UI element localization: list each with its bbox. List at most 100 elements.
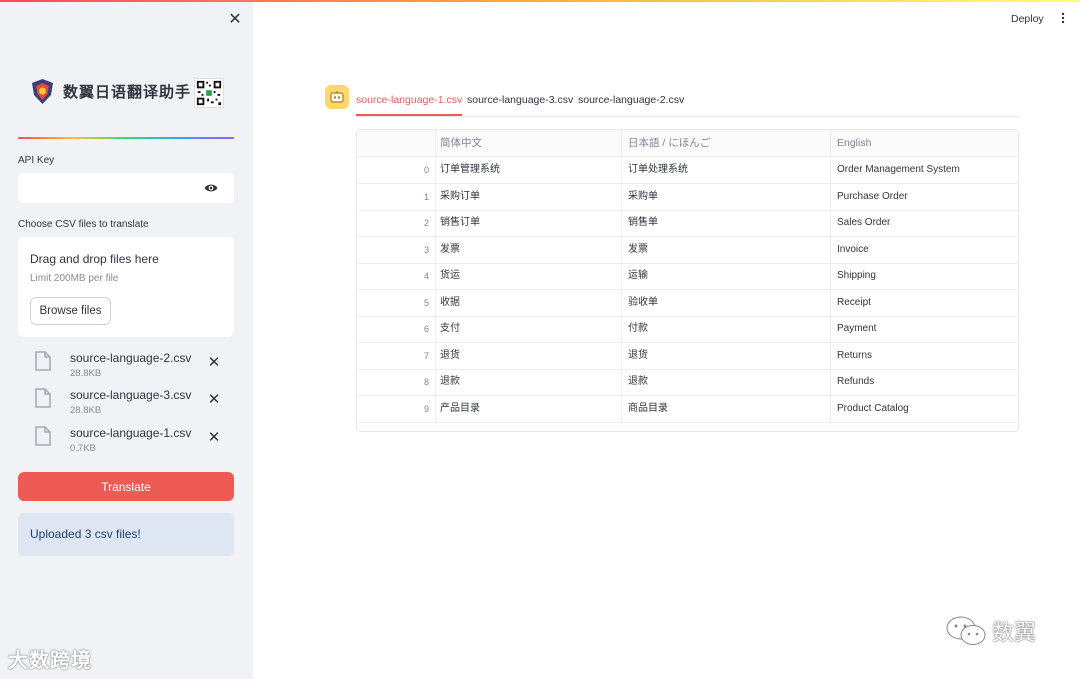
api-key-label: API Key xyxy=(18,155,55,166)
tab-source-language-3[interactable]: source-language-3.csv xyxy=(467,94,573,116)
deploy-button[interactable]: Deploy xyxy=(1011,13,1044,25)
file-size: 28.8KB xyxy=(70,405,102,416)
remove-file-icon[interactable]: ✕ xyxy=(207,355,221,370)
csv-upload-label: Choose CSV files to translate xyxy=(18,219,149,230)
data-table[interactable]: 简体中文 日本語 / にほんご English 0 订单管理系统 订单处理系统 Ord… xyxy=(356,129,1019,432)
file-size: 0.7KB xyxy=(70,443,96,454)
cell-english[interactable]: Shipping xyxy=(830,263,1018,289)
file-uploader-dropzone[interactable]: Drag and drop files here Limit 200MB per… xyxy=(18,237,234,337)
more-menu-icon[interactable] xyxy=(1058,12,1068,24)
cell-english[interactable]: Payment xyxy=(830,316,1018,342)
cell-index[interactable]: 1 xyxy=(357,184,435,210)
cell-japanese[interactable]: 采购单 xyxy=(621,183,830,210)
browse-files-button[interactable]: Browse files xyxy=(30,297,111,325)
cell-english[interactable]: Invoice xyxy=(830,236,1018,263)
table-row[interactable]: 3 发票 发票 Invoice xyxy=(357,236,1018,264)
cell-english[interactable]: Refunds xyxy=(830,369,1018,395)
cell-japanese[interactable]: 退款 xyxy=(621,369,830,395)
table-row[interactable]: 4 货运 运输 Shipping xyxy=(357,263,1018,290)
cell-japanese[interactable]: 订单处理系统 xyxy=(621,157,830,183)
cell-chinese[interactable]: 发票 xyxy=(435,236,621,263)
cell-index[interactable]: 3 xyxy=(357,237,435,263)
cell-index[interactable]: 9 xyxy=(357,396,435,422)
header-chinese[interactable]: 简体中文 xyxy=(435,130,621,156)
top-decoration-bar xyxy=(0,0,1080,2)
cell-japanese[interactable]: 销售单 xyxy=(621,210,830,236)
file-limit-text: Limit 200MB per file xyxy=(30,273,119,284)
file-name: source-language-2.csv xyxy=(70,351,192,365)
cell-index[interactable]: 2 xyxy=(357,210,435,236)
header-english[interactable]: English xyxy=(830,130,1018,156)
file-size: 28.8KB xyxy=(70,368,102,379)
table-row[interactable]: 9 产品目录 商品目录 Product Catalog xyxy=(357,395,1018,423)
tab-source-language-2[interactable]: source-language-2.csv xyxy=(578,94,684,116)
watermark-right: 数翼 xyxy=(944,614,1036,648)
header-japanese[interactable]: 日本語 / にほんご xyxy=(621,130,830,156)
tab-source-language-1[interactable]: source-language-1.csv xyxy=(356,94,463,116)
watermark-left: 大数跨境 xyxy=(8,644,92,673)
app-title: 数翼日语翻译助手 xyxy=(63,83,192,101)
cell-index[interactable]: 7 xyxy=(357,343,435,369)
uploaded-file-item: source-language-3.csv 28.8KB ✕ xyxy=(35,388,235,420)
api-key-input[interactable] xyxy=(18,173,234,203)
shield-logo-icon xyxy=(32,79,53,104)
watermark-right-text: 数翼 xyxy=(992,621,1037,646)
cell-english[interactable]: Returns xyxy=(830,342,1018,369)
eye-icon[interactable] xyxy=(204,182,218,194)
cell-index[interactable]: 8 xyxy=(357,369,435,395)
file-icon xyxy=(35,351,51,371)
file-icon xyxy=(35,426,51,446)
cell-japanese[interactable]: 验收单 xyxy=(621,289,830,316)
qr-code-icon xyxy=(194,78,224,108)
cell-chinese[interactable]: 支付 xyxy=(435,316,621,342)
cell-index[interactable]: 0 xyxy=(357,157,435,183)
cell-chinese[interactable]: 采购订单 xyxy=(435,183,621,210)
upload-success-alert: Uploaded 3 csv files! xyxy=(18,513,234,556)
cell-chinese[interactable]: 销售订单 xyxy=(435,210,621,236)
brand: 数翼日语翻译助手 xyxy=(30,78,191,105)
cell-chinese[interactable]: 退货 xyxy=(435,342,621,369)
table-row[interactable]: 8 退款 退款 Refunds xyxy=(357,369,1018,396)
uploaded-file-item: source-language-2.csv 28.8KB ✕ xyxy=(35,351,235,383)
cell-japanese[interactable]: 付款 xyxy=(621,316,830,342)
file-icon xyxy=(35,388,51,408)
cell-index[interactable]: 5 xyxy=(357,290,435,316)
wechat-icon xyxy=(946,616,986,645)
table-header-row: 简体中文 日本語 / にほんご English xyxy=(357,130,1018,157)
table-row[interactable]: 1 采购订单 采购单 Purchase Order xyxy=(357,183,1018,211)
drag-drop-text: Drag and drop files here xyxy=(30,252,159,266)
cell-japanese[interactable]: 运输 xyxy=(621,263,830,289)
table-row[interactable]: 6 支付 付款 Payment xyxy=(357,316,1018,343)
cell-english[interactable]: Receipt xyxy=(830,289,1018,316)
cell-english[interactable]: Product Catalog xyxy=(830,395,1018,422)
cell-english[interactable]: Purchase Order xyxy=(830,183,1018,210)
table-row[interactable]: 2 销售订单 销售单 Sales Order xyxy=(357,210,1018,237)
watermark-left-text: 大数跨境 xyxy=(8,648,92,672)
cell-chinese[interactable]: 收据 xyxy=(435,289,621,316)
sidebar: ✕ 数翼日语翻译助手 API Key Choose CSV files to t… xyxy=(0,0,253,679)
close-sidebar-icon[interactable]: ✕ xyxy=(227,12,243,28)
remove-file-icon[interactable]: ✕ xyxy=(207,430,221,445)
cell-chinese[interactable]: 货运 xyxy=(435,263,621,289)
cell-chinese[interactable]: 产品目录 xyxy=(435,395,621,422)
header-index xyxy=(357,130,435,156)
cell-index[interactable]: 4 xyxy=(357,263,435,289)
cell-chinese[interactable]: 订单管理系统 xyxy=(435,157,621,183)
translate-button[interactable]: Translate xyxy=(18,472,234,501)
cell-chinese[interactable]: 退款 xyxy=(435,369,621,395)
divider xyxy=(18,137,234,139)
table-row[interactable]: 5 收据 验收单 Receipt xyxy=(357,289,1018,317)
cell-japanese[interactable]: 发票 xyxy=(621,236,830,263)
uploaded-file-item: source-language-1.csv 0.7KB ✕ xyxy=(35,426,235,458)
tab-bar: source-language-1.csv source-language-3.… xyxy=(356,92,1019,117)
alert-text: Uploaded 3 csv files! xyxy=(30,527,141,541)
cell-english[interactable]: Order Management System xyxy=(830,157,1018,183)
cell-japanese[interactable]: 退货 xyxy=(621,342,830,369)
cell-index[interactable]: 6 xyxy=(357,316,435,342)
table-row[interactable]: 7 退货 退货 Returns xyxy=(357,342,1018,370)
remove-file-icon[interactable]: ✕ xyxy=(207,392,221,407)
robot-icon xyxy=(325,85,349,109)
table-row[interactable]: 0 订单管理系统 订单处理系统 Order Management System xyxy=(357,157,1018,184)
cell-english[interactable]: Sales Order xyxy=(830,210,1018,236)
cell-japanese[interactable]: 商品目录 xyxy=(621,395,830,422)
